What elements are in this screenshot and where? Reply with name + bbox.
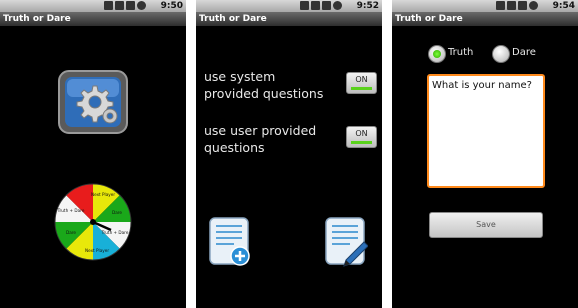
- wheel-hub: [90, 219, 96, 225]
- title-bar: Truth or Dare: [196, 12, 382, 26]
- radio-selected-dot: [433, 50, 441, 58]
- user-questions-toggle[interactable]: ON: [346, 126, 377, 148]
- wheel-label: Next Player: [91, 192, 115, 197]
- dare-radio-label: Dare: [512, 47, 536, 58]
- system-questions-toggle[interactable]: ON: [346, 72, 377, 94]
- toggle-state: ON: [355, 129, 368, 138]
- status-bar: 9:52: [196, 0, 382, 12]
- settings-screen: 9:52 Truth or Dare use system provided q…: [196, 0, 382, 308]
- app-title: Truth or Dare: [199, 14, 267, 24]
- toggle-indicator: [351, 141, 372, 144]
- wheel-label: Dare: [66, 230, 76, 235]
- add-question-screen: 9:54 Truth or Dare Truth Dare What is yo…: [392, 0, 578, 308]
- battery-icon: [518, 1, 527, 10]
- signal-icon: [507, 1, 516, 10]
- wheel-label: Truth + Dare: [101, 230, 129, 235]
- usb-icon: [496, 1, 505, 10]
- save-button[interactable]: Save: [429, 212, 543, 238]
- spin-wheel[interactable]: Next Player Dare Truth + Dare Next Playe…: [53, 182, 133, 262]
- app-title: Truth or Dare: [395, 14, 463, 24]
- truth-radio[interactable]: [428, 45, 446, 63]
- status-bar: 9:50: [0, 0, 186, 12]
- usb-icon: [104, 1, 113, 10]
- edit-question-icon[interactable]: [324, 216, 368, 268]
- status-time: 9:54: [552, 1, 575, 11]
- wheel-label: Truth + Dare: [57, 208, 85, 213]
- alarm-icon: [529, 1, 538, 10]
- settings-gear-icon[interactable]: [58, 70, 128, 134]
- battery-icon: [322, 1, 331, 10]
- dare-radio[interactable]: [492, 45, 510, 63]
- home-screen: 9:50 Truth or Dare Next Player Dare Trut…: [0, 0, 186, 308]
- wheel-label: Dare: [112, 210, 122, 215]
- signal-icon: [115, 1, 124, 10]
- status-icons: [496, 1, 538, 10]
- status-bar: 9:54: [392, 0, 578, 12]
- title-bar: Truth or Dare: [392, 12, 578, 26]
- status-icons: [104, 1, 146, 10]
- alarm-icon: [333, 1, 342, 10]
- usb-icon: [300, 1, 309, 10]
- user-questions-label: use user provided questions: [204, 123, 317, 155]
- add-question-icon[interactable]: [208, 216, 252, 268]
- status-time: 9:52: [356, 1, 379, 11]
- toggle-indicator: [351, 87, 372, 90]
- system-questions-label: use system provided questions: [204, 69, 324, 101]
- truth-radio-label: Truth: [448, 47, 474, 58]
- status-time: 9:50: [160, 1, 183, 11]
- toggle-state: ON: [355, 75, 368, 84]
- alarm-icon: [137, 1, 146, 10]
- signal-icon: [311, 1, 320, 10]
- question-textarea[interactable]: What is your name?: [427, 74, 545, 188]
- status-icons: [300, 1, 342, 10]
- battery-icon: [126, 1, 135, 10]
- app-title: Truth or Dare: [3, 14, 71, 24]
- title-bar: Truth or Dare: [0, 12, 186, 26]
- wheel-label: Next Player: [85, 248, 109, 253]
